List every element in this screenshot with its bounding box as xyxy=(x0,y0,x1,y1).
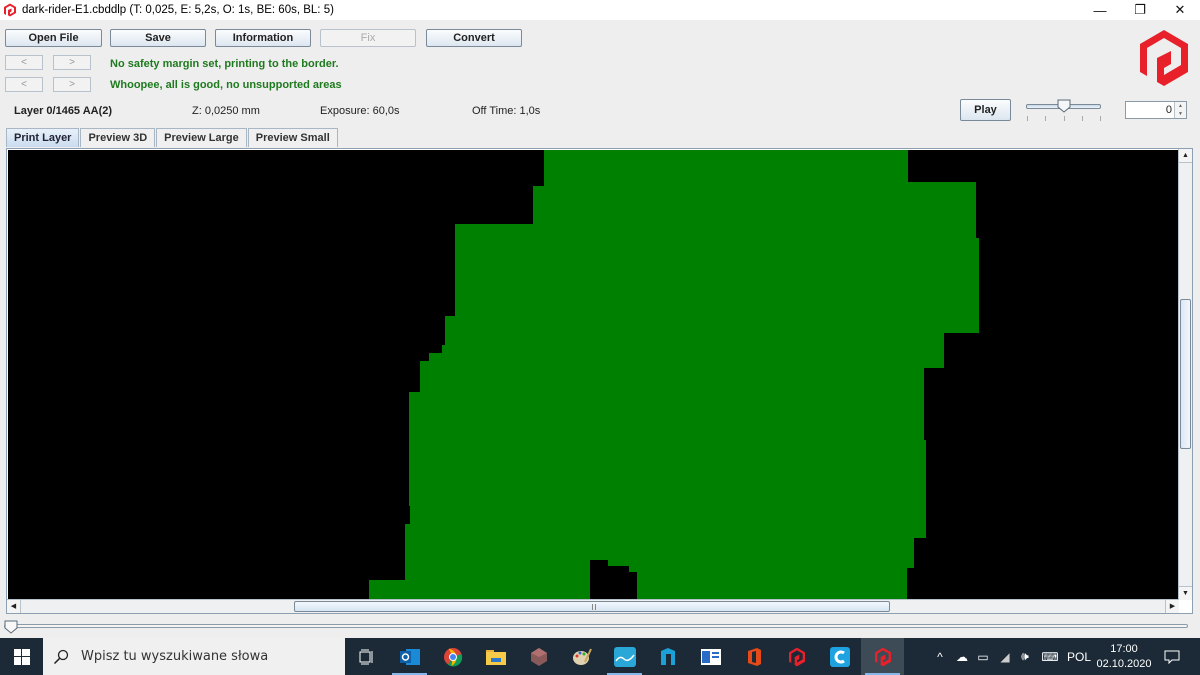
scroll-left-icon[interactable]: ◀ xyxy=(7,600,21,613)
close-button[interactable]: ✕ xyxy=(1160,0,1200,20)
layer-spinner[interactable]: 0 ▲ ▼ xyxy=(1125,101,1187,119)
layer-viewport: ▲ ▼ ◀ ▶ xyxy=(6,148,1193,614)
outlook-icon xyxy=(399,648,420,665)
horizontal-scroll-thumb[interactable] xyxy=(294,601,890,612)
battery-icon[interactable]: ▭ xyxy=(974,638,992,675)
taskbar-3d-app[interactable] xyxy=(517,638,560,675)
layer-slider-track xyxy=(4,624,1188,628)
task-view-icon xyxy=(359,649,372,664)
minimize-button[interactable]: — xyxy=(1080,0,1120,20)
taskbar-office[interactable] xyxy=(732,638,775,675)
layer-spinner-value[interactable]: 0 xyxy=(1166,104,1172,116)
vertical-scroll-thumb[interactable] xyxy=(1180,299,1191,449)
tab-print-layer[interactable]: Print Layer xyxy=(6,128,80,147)
office-icon xyxy=(747,647,761,666)
onedrive-cloud-icon[interactable]: ☁ xyxy=(952,638,972,675)
taskbar-search[interactable]: Wpisz tu wyszukiwane słowa xyxy=(43,638,345,675)
issue-next-button[interactable]: > xyxy=(53,77,91,92)
restore-button[interactable]: ❐ xyxy=(1120,0,1160,20)
play-button[interactable]: Play xyxy=(960,99,1011,121)
speed-slider[interactable] xyxy=(1026,99,1102,124)
support-status-message: Whoopee, all is good, no unsupported are… xyxy=(110,79,342,91)
off-time-label: Off Time: 1,0s xyxy=(472,105,541,117)
taskbar-window-app[interactable] xyxy=(689,638,732,675)
margin-next-button[interactable]: > xyxy=(53,55,91,70)
layer-slice-shape xyxy=(369,150,979,600)
wave-chart-icon xyxy=(613,646,636,667)
layer-image xyxy=(369,150,979,600)
taskbar-clock[interactable]: 17:00 02.10.2020 xyxy=(1096,642,1152,672)
vertical-scrollbar[interactable]: ▲ ▼ xyxy=(1178,149,1192,600)
layer-label: Layer 0/1465 AA(2) xyxy=(14,105,113,117)
spinner-down-arrow-icon[interactable]: ▼ xyxy=(1175,110,1186,118)
search-icon xyxy=(53,649,69,664)
photon-logo-icon xyxy=(1140,30,1188,86)
fix-button[interactable]: Fix xyxy=(320,29,416,47)
app-logo-icon xyxy=(4,3,16,17)
window-title: dark-rider-E1.cbddlp (T: 0,025, E: 5,2s,… xyxy=(22,4,334,16)
notifications-icon[interactable] xyxy=(1160,638,1184,675)
margin-status-message: No safety margin set, printing to the bo… xyxy=(110,58,339,70)
tab-preview-small[interactable]: Preview Small xyxy=(247,128,338,147)
folder-icon xyxy=(485,649,506,665)
layer-canvas[interactable] xyxy=(8,150,1179,600)
scroll-up-icon[interactable]: ▲ xyxy=(1179,149,1192,163)
convert-button[interactable]: Convert xyxy=(426,29,522,47)
chrome-icon xyxy=(443,647,462,666)
action-center-icon xyxy=(1164,650,1180,664)
layer-slider-thumb[interactable] xyxy=(4,620,18,634)
title-bar: dark-rider-E1.cbddlp (T: 0,025, E: 5,2s,… xyxy=(0,0,1200,20)
save-button[interactable]: Save xyxy=(110,29,206,47)
tray-overflow-chevron-icon[interactable]: ^ xyxy=(932,638,948,675)
window-icon xyxy=(700,648,721,665)
issue-prev-button[interactable]: < xyxy=(5,77,43,92)
taskbar-chrome[interactable] xyxy=(431,638,474,675)
spinner-up-arrow-icon[interactable]: ▲ xyxy=(1175,102,1186,110)
c-letter-icon xyxy=(829,646,850,667)
taskbar-outlook[interactable] xyxy=(388,638,431,675)
scroll-right-icon[interactable]: ▶ xyxy=(1165,600,1179,613)
open-file-button[interactable]: Open File xyxy=(5,29,102,47)
taskbar: Wpisz tu wyszukiwane słowa ^ ☁ ▭ ◢ 🕪 ⌨ P… xyxy=(0,638,1200,675)
information-button[interactable]: Information xyxy=(215,29,311,47)
keyboard-icon[interactable]: ⌨ xyxy=(1038,638,1062,675)
layer-slider[interactable] xyxy=(4,620,1190,634)
search-placeholder[interactable]: Wpisz tu wyszukiwane słowa xyxy=(81,649,268,664)
tab-preview-large[interactable]: Preview Large xyxy=(156,128,247,147)
z-height-label: Z: 0,0250 mm xyxy=(192,105,260,117)
taskbar-paint[interactable] xyxy=(560,638,603,675)
taskbar-chart-app[interactable] xyxy=(603,638,646,675)
tab-preview-3d[interactable]: Preview 3D xyxy=(80,128,156,147)
clock-time: 17:00 xyxy=(1110,643,1138,655)
blue-n-icon xyxy=(660,647,675,665)
taskbar-photon-workshop[interactable] xyxy=(775,638,818,675)
photon-logo-icon xyxy=(788,647,805,666)
margin-prev-button[interactable]: < xyxy=(5,55,43,70)
app-window: Open File Save Information Fix Convert <… xyxy=(0,20,1200,638)
speed-slider-thumb[interactable] xyxy=(1057,99,1071,113)
taskbar-photon-file-validator[interactable] xyxy=(861,638,904,675)
language-indicator[interactable]: POL xyxy=(1066,638,1092,675)
exposure-label: Exposure: 60,0s xyxy=(320,105,400,117)
clock-date: 02.10.2020 xyxy=(1096,658,1152,670)
scroll-down-icon[interactable]: ▼ xyxy=(1179,586,1192,600)
taskbar-file-explorer[interactable] xyxy=(474,638,517,675)
taskbar-n-app[interactable] xyxy=(646,638,689,675)
view-tabs: Print Layer Preview 3D Preview Large Pre… xyxy=(6,128,339,147)
windows-logo-icon xyxy=(13,648,30,665)
palette-icon xyxy=(572,648,592,665)
task-view-button[interactable] xyxy=(345,638,388,675)
taskbar-c-app[interactable] xyxy=(818,638,861,675)
photon-logo-icon xyxy=(874,647,891,666)
start-button[interactable] xyxy=(0,638,43,675)
wifi-icon[interactable]: ◢ xyxy=(995,638,1015,675)
horizontal-scrollbar[interactable]: ◀ ▶ xyxy=(7,599,1179,613)
polyhedron-icon xyxy=(530,647,547,666)
volume-icon[interactable]: 🕪 xyxy=(1015,638,1035,675)
